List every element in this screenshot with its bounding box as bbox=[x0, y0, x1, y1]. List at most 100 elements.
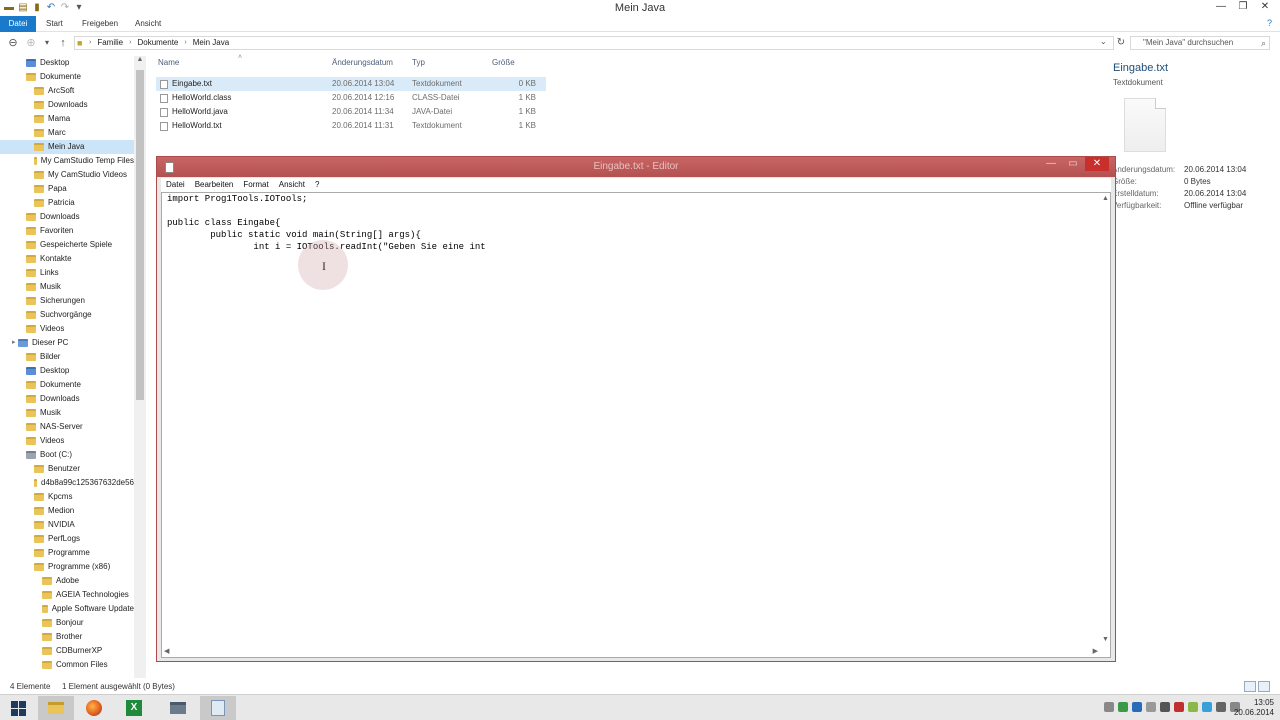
nav-item[interactable]: Kpcms bbox=[0, 490, 134, 504]
tab-datei[interactable]: Datei bbox=[0, 16, 36, 32]
nav-item[interactable]: Marc bbox=[0, 126, 134, 140]
expand-arrow-icon[interactable]: ▸ bbox=[12, 336, 16, 350]
nav-item[interactable]: Kontakte bbox=[0, 252, 134, 266]
tray-icon[interactable] bbox=[1174, 702, 1184, 712]
menu-help[interactable]: ? bbox=[310, 178, 324, 192]
tray-icon[interactable] bbox=[1160, 702, 1170, 712]
nav-item[interactable]: Bilder bbox=[0, 350, 134, 364]
menu-format[interactable]: Format bbox=[238, 178, 273, 192]
tray-icon[interactable] bbox=[1202, 702, 1212, 712]
notepad-titlebar[interactable]: Eingabe.txt - Editor — ▭ ✕ bbox=[157, 157, 1115, 177]
nav-item[interactable]: Dokumente bbox=[0, 378, 134, 392]
scrollbar-thumb[interactable] bbox=[136, 70, 144, 400]
nav-item[interactable]: Papa bbox=[0, 182, 134, 196]
nav-item[interactable]: My CamStudio Temp Files bbox=[0, 154, 134, 168]
file-row[interactable]: HelloWorld.txt 20.06.2014 11:31 Textdokume… bbox=[156, 119, 546, 133]
nav-item[interactable]: Suchvorgänge bbox=[0, 308, 134, 322]
nav-item[interactable]: Sicherungen bbox=[0, 294, 134, 308]
nav-item[interactable]: Apple Software Update bbox=[0, 602, 134, 616]
large-icons-view-icon[interactable] bbox=[1258, 681, 1270, 692]
menu-ansicht[interactable]: Ansicht bbox=[274, 178, 310, 192]
close-button[interactable]: ✕ bbox=[1085, 157, 1109, 171]
nav-item[interactable]: Common Files bbox=[0, 658, 134, 672]
nav-item[interactable]: Desktop bbox=[0, 56, 134, 70]
taskbar-firefox[interactable] bbox=[76, 696, 112, 720]
nav-item[interactable]: Desktop bbox=[0, 364, 134, 378]
menu-bearbeiten[interactable]: Bearbeiten bbox=[190, 178, 239, 192]
nav-item[interactable]: Musik bbox=[0, 280, 134, 294]
nav-item[interactable]: Videos bbox=[0, 434, 134, 448]
column-header-name[interactable]: Name bbox=[158, 58, 179, 72]
nav-item[interactable]: Bonjour bbox=[0, 616, 134, 630]
tray-icon[interactable] bbox=[1118, 702, 1128, 712]
menu-datei[interactable]: Datei bbox=[161, 178, 190, 192]
tray-icon[interactable] bbox=[1188, 702, 1198, 712]
maximize-button[interactable]: ❐ bbox=[1232, 0, 1254, 14]
nav-item[interactable]: Links bbox=[0, 266, 134, 280]
tab-freigeben[interactable]: Freigeben bbox=[74, 16, 126, 32]
tab-ansicht[interactable]: Ansicht bbox=[127, 16, 169, 32]
scroll-down-icon[interactable]: ▼ bbox=[1102, 636, 1109, 643]
nav-item[interactable]: Boot (C:) bbox=[0, 448, 134, 462]
minimize-button[interactable]: — bbox=[1210, 0, 1232, 14]
column-header-date[interactable]: Änderungsdatum bbox=[332, 58, 393, 72]
nav-item[interactable]: AGEIA Technologies bbox=[0, 588, 134, 602]
taskbar-notepad[interactable] bbox=[200, 696, 236, 720]
nav-item[interactable]: Benutzer bbox=[0, 462, 134, 476]
nav-item[interactable]: Programme (x86) bbox=[0, 560, 134, 574]
minimize-button[interactable]: — bbox=[1041, 157, 1061, 171]
horizontal-scrollbar[interactable]: ◀ ▶ bbox=[162, 645, 1100, 657]
nav-item[interactable]: Programme bbox=[0, 546, 134, 560]
breadcrumb-item[interactable]: Mein Java bbox=[193, 37, 229, 49]
navigation-scrollbar[interactable]: ▲ bbox=[134, 56, 146, 678]
up-button[interactable]: ↑ bbox=[56, 36, 70, 50]
taskbar-excel[interactable]: X bbox=[116, 696, 152, 720]
file-row[interactable]: Eingabe.txt 20.06.2014 13:04 Textdokument 0… bbox=[156, 77, 546, 91]
nav-item[interactable]: Videos bbox=[0, 322, 134, 336]
scroll-up-icon[interactable]: ▲ bbox=[1102, 195, 1109, 202]
column-header-size[interactable]: Größe bbox=[492, 58, 515, 72]
tab-start[interactable]: Start bbox=[38, 16, 71, 32]
tray-icon[interactable] bbox=[1146, 702, 1156, 712]
nav-item[interactable]: Mama bbox=[0, 112, 134, 126]
nav-item[interactable]: NVIDIA bbox=[0, 518, 134, 532]
back-button[interactable]: ⊖ bbox=[6, 36, 20, 50]
taskbar-explorer[interactable] bbox=[38, 696, 74, 720]
address-field[interactable]: ■ › Familie › Dokumente › Mein Java bbox=[74, 36, 1114, 50]
nav-item[interactable]: CDBurnerXP bbox=[0, 644, 134, 658]
nav-item[interactable]: Gespeicherte Spiele bbox=[0, 238, 134, 252]
scroll-left-icon[interactable]: ◀ bbox=[164, 647, 169, 655]
nav-item[interactable]: Medion bbox=[0, 504, 134, 518]
nav-item[interactable]: PerfLogs bbox=[0, 532, 134, 546]
tray-icon[interactable] bbox=[1104, 702, 1114, 712]
file-row[interactable]: HelloWorld.java 20.06.2014 11:34 JAVA-Date… bbox=[156, 105, 546, 119]
breadcrumb-item[interactable]: Dokumente bbox=[137, 37, 178, 49]
scroll-right-icon[interactable]: ▶ bbox=[1093, 647, 1098, 655]
nav-item[interactable]: Mein Java bbox=[0, 140, 134, 154]
nav-item[interactable]: Brother bbox=[0, 630, 134, 644]
column-header-type[interactable]: Typ bbox=[412, 58, 425, 72]
nav-item[interactable]: Favoriten bbox=[0, 224, 134, 238]
nav-item[interactable]: ▸ Dieser PC bbox=[0, 336, 134, 350]
nav-item[interactable]: Dokumente bbox=[0, 70, 134, 84]
forward-button[interactable]: ⊕ bbox=[24, 36, 38, 50]
nav-item[interactable]: Adobe bbox=[0, 574, 134, 588]
nav-item[interactable]: Patricia bbox=[0, 196, 134, 210]
start-button[interactable] bbox=[0, 696, 36, 720]
nav-item[interactable]: NAS-Server bbox=[0, 420, 134, 434]
details-view-icon[interactable] bbox=[1244, 681, 1256, 692]
nav-item[interactable]: Downloads bbox=[0, 392, 134, 406]
nav-item[interactable]: ArcSoft bbox=[0, 84, 134, 98]
vertical-scrollbar[interactable]: ▲ ▼ bbox=[1100, 193, 1110, 645]
refresh-button[interactable]: ↻ bbox=[1114, 36, 1128, 50]
chevron-down-icon[interactable]: ⌄ bbox=[1100, 37, 1107, 46]
breadcrumb-item[interactable]: Familie bbox=[97, 37, 123, 49]
nav-item[interactable]: Musik bbox=[0, 406, 134, 420]
help-icon[interactable]: ? bbox=[1267, 18, 1272, 28]
clock[interactable]: 13:05 20.06.2014 bbox=[1234, 698, 1274, 718]
file-row[interactable]: HelloWorld.class 20.06.2014 12:16 CLASS-Da… bbox=[156, 91, 546, 105]
nav-item[interactable]: Downloads bbox=[0, 98, 134, 112]
close-button[interactable]: ✕ bbox=[1254, 0, 1276, 14]
recent-locations-button[interactable]: ▾ bbox=[40, 36, 54, 50]
search-input[interactable]: "Mein Java" durchsuchen ⌕ bbox=[1130, 36, 1270, 50]
